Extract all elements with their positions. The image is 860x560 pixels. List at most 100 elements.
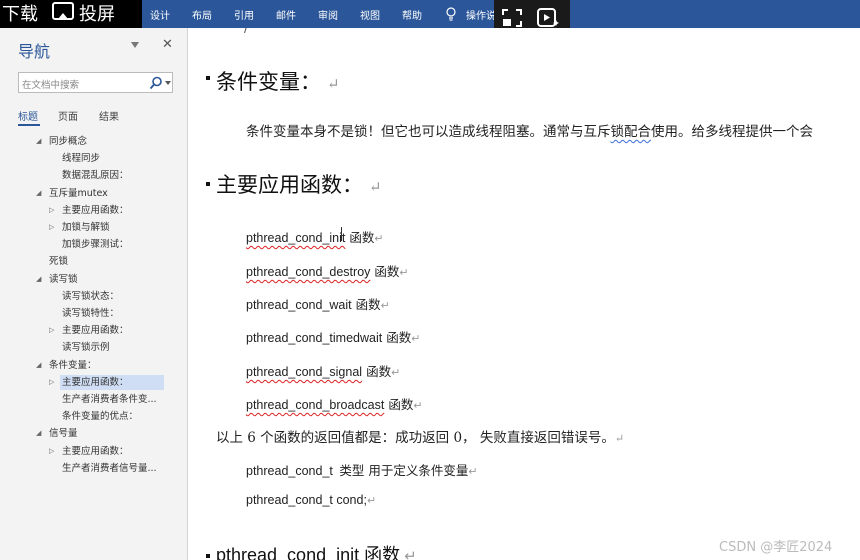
nav-tree-item[interactable]: 读写锁特性：: [60, 306, 119, 321]
function-suffix: 函数: [366, 364, 392, 379]
paragraph-mark: ↵: [399, 267, 409, 279]
ai-video-icon[interactable]: [536, 6, 560, 30]
nav-tree-item[interactable]: 条件变量的优点：: [60, 409, 138, 424]
paragraph-mark: ↵: [413, 400, 423, 412]
function-line[interactable]: pthread_cond_init 函数↵: [246, 227, 384, 246]
search-icon[interactable]: [149, 76, 163, 90]
expand-arrow-icon[interactable]: ▷: [49, 323, 54, 338]
nav-tree-item[interactable]: 主要应用函数：: [60, 323, 129, 338]
close-icon[interactable]: ✕: [162, 37, 173, 52]
expand-arrow-icon[interactable]: ▷: [49, 444, 54, 459]
tab-layout[interactable]: 布局: [192, 7, 212, 22]
para-text-2: 使用。给多线程提供一个会: [651, 124, 813, 140]
search-placeholder: 在文档中搜索: [22, 80, 80, 91]
type-description: 类型 用于定义条件变量: [339, 463, 469, 478]
heading-bullet: [206, 554, 210, 558]
function-suffix: 函数: [386, 330, 412, 345]
text-cursor: [341, 227, 342, 241]
paragraph-mark: ↵: [380, 300, 390, 312]
collapse-arrow-icon[interactable]: ◢: [36, 272, 41, 287]
text-fragment: /: [244, 28, 249, 36]
search-input[interactable]: 在文档中搜索: [18, 72, 173, 93]
nav-tree-item[interactable]: 线程同步: [60, 151, 100, 166]
tab-pages[interactable]: 页面: [58, 108, 78, 123]
tab-view[interactable]: 视图: [360, 7, 380, 22]
tab-headings[interactable]: 标题: [18, 108, 38, 123]
document-page: / 条件变量： ↵ 条件变量本身不是锁！但它也可以造成线程阻塞。通常与互斥锁配合使…: [189, 28, 860, 560]
function-line[interactable]: pthread_cond_broadcast 函数↵: [246, 394, 423, 413]
nav-tree-item[interactable]: 主要应用函数：: [60, 444, 129, 459]
tab-design[interactable]: 设计: [150, 7, 170, 22]
function-line[interactable]: pthread_cond_destroy 函数↵: [246, 261, 409, 280]
lightbulb-icon[interactable]: [445, 7, 457, 21]
collapse-arrow-icon[interactable]: ◢: [36, 134, 41, 149]
function-line[interactable]: pthread_cond_wait 函数↵: [246, 294, 390, 313]
tab-mailings[interactable]: 邮件: [276, 7, 296, 22]
paragraph-mark: ↵: [614, 432, 625, 445]
paragraph-mark: ↵: [404, 548, 417, 560]
nav-tree-item[interactable]: 信号量: [47, 426, 78, 441]
tab-results[interactable]: 结果: [99, 108, 119, 123]
heading-main-functions[interactable]: 主要应用函数： ↵: [216, 169, 382, 199]
watermark: CSDN @李匠2024: [719, 540, 833, 555]
paragraph-mark: ↵: [374, 233, 384, 245]
paragraph-mark: ↵: [411, 333, 421, 345]
nav-tree-item[interactable]: 数据混乱原因：: [60, 168, 129, 183]
chevron-down-icon[interactable]: [165, 81, 171, 85]
declaration-line[interactable]: pthread_cond_t cond;↵: [246, 493, 376, 507]
tab-references[interactable]: 引用: [234, 7, 254, 22]
function-suffix: 函数: [388, 397, 414, 412]
nav-tree-item[interactable]: 生产者消费者条件变...: [60, 392, 157, 407]
expand-arrow-icon[interactable]: ▷: [49, 220, 54, 235]
expand-arrow-icon[interactable]: ▷: [49, 375, 54, 390]
screen: 插入 设计 布局 引用 邮件 审阅 视图 帮助 操作说 下载 投屏: [0, 0, 860, 560]
function-suffix: 函数: [355, 297, 381, 312]
nav-tree-item[interactable]: 主要应用函数：: [60, 203, 129, 218]
nav-tree-item[interactable]: 生产者消费者信号量...: [60, 461, 157, 476]
heading-bullet: [206, 76, 210, 80]
cast-icon[interactable]: [52, 2, 74, 22]
function-name: pthread_cond_destroy: [246, 265, 371, 279]
nav-tree-item[interactable]: 同步概念: [47, 134, 87, 149]
cast-button[interactable]: 投屏: [79, 0, 115, 26]
nav-tree-item[interactable]: 加锁与解锁: [60, 220, 110, 235]
nav-title: 导航: [18, 42, 51, 61]
paragraph-cond-var[interactable]: 条件变量本身不是锁！但它也可以造成线程阻塞。通常与互斥锁配合使用。给多线程提供一…: [246, 120, 813, 140]
function-suffix: 函数: [349, 230, 375, 245]
tab-tell-me[interactable]: 操作说: [466, 7, 496, 22]
expand-arrow-icon[interactable]: ▷: [49, 203, 54, 218]
nav-tree-item[interactable]: 加锁步骤测试：: [60, 237, 129, 252]
return-text: 以上 6 个函数的返回值都是：成功返回 0， 失败直接返回错误号。: [216, 430, 615, 446]
nav-tree-item[interactable]: 死锁: [47, 254, 68, 269]
download-button[interactable]: 下载: [2, 0, 38, 26]
type-definition-line[interactable]: pthread_cond_t 类型 用于定义条件变量↵: [246, 460, 478, 479]
para-text-lock: 锁配合: [610, 124, 652, 140]
paragraph-return-values[interactable]: 以上 6 个函数的返回值都是：成功返回 0， 失败直接返回错误号。↵: [216, 426, 624, 446]
heading-cond-var[interactable]: 条件变量： ↵: [216, 66, 340, 96]
function-name: pthread_cond_signal: [246, 365, 363, 379]
nav-tree-item[interactable]: 主要应用函数：: [60, 374, 164, 390]
para-text-1: 条件变量本身不是锁！但它也可以造成线程阻塞。通常与互斥: [246, 124, 611, 140]
heading-text: pthread_cond_init 函数: [216, 545, 401, 560]
nav-tree-item[interactable]: 条件变量：: [47, 358, 97, 373]
collapse-arrow-icon[interactable]: ◢: [36, 426, 41, 441]
function-name: pthread_cond_timedwait: [246, 331, 383, 345]
function-line[interactable]: pthread_cond_timedwait 函数↵: [246, 327, 420, 346]
collapse-arrow-icon[interactable]: ◢: [36, 358, 41, 373]
nav-tree-item[interactable]: 互斥量mutex: [47, 186, 108, 201]
heading-cond-init[interactable]: pthread_cond_init 函数 ↵: [216, 541, 417, 560]
collapse-arrow-icon[interactable]: ◢: [36, 186, 41, 201]
tab-review[interactable]: 审阅: [318, 7, 338, 22]
function-line[interactable]: pthread_cond_signal 函数↵: [246, 361, 400, 380]
picture-in-picture-icon[interactable]: [500, 6, 524, 30]
nav-tree-item[interactable]: 读写锁: [47, 272, 78, 287]
tab-help[interactable]: 帮助: [402, 7, 422, 22]
nav-tree-item[interactable]: 读写锁状态：: [60, 289, 119, 304]
function-suffix: 函数: [374, 264, 400, 279]
chevron-down-icon[interactable]: [131, 42, 139, 48]
heading-text: 主要应用函数：: [216, 173, 363, 197]
function-name: pthread_cond_init: [246, 231, 346, 245]
active-tab-indicator: [18, 124, 40, 126]
nav-tree-item[interactable]: 读写锁示例: [60, 340, 110, 355]
paragraph-mark: ↵: [391, 367, 401, 379]
